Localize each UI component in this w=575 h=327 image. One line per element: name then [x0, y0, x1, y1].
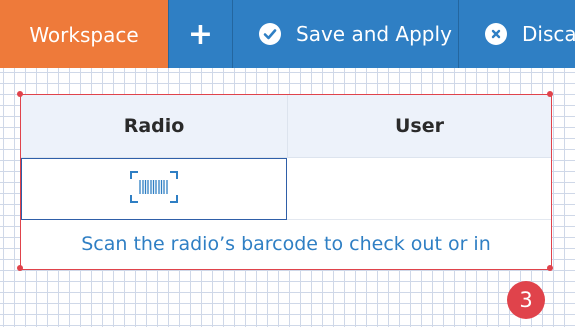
discard-button[interactable]: Discard [459, 0, 575, 68]
save-label: Save and Apply [296, 22, 452, 46]
table-row [21, 158, 551, 220]
resize-handle-bottom-right[interactable] [547, 265, 553, 271]
column-header-radio: Radio [21, 95, 288, 157]
add-button[interactable]: + [169, 0, 233, 68]
save-and-apply-button[interactable]: Save and Apply [233, 0, 459, 68]
resize-handle-bottom-left[interactable] [17, 265, 23, 271]
close-circle-icon [485, 23, 507, 45]
user-cell [287, 158, 551, 220]
workspace-tab[interactable]: Workspace [0, 0, 169, 68]
plus-icon: + [187, 16, 214, 52]
column-header-user: User [395, 115, 444, 137]
radio-checkout-widget[interactable]: Radio User Scan the radio’s barcode to c… [17, 91, 553, 271]
workspace-label: Workspace [29, 23, 139, 47]
resize-handle-top-right[interactable] [547, 91, 553, 97]
step-badge: 3 [507, 281, 545, 319]
scan-instruction: Scan the radio’s barcode to check out or… [81, 233, 491, 255]
discard-label: Discard [522, 22, 575, 46]
resize-handle-top-left[interactable] [17, 91, 23, 97]
check-circle-icon [259, 23, 281, 45]
barcode-scan-icon [129, 170, 179, 208]
radio-cell[interactable] [21, 158, 287, 220]
table-header: Radio User [21, 95, 551, 158]
toolbar: Workspace + Save and Apply Discard [0, 0, 575, 68]
